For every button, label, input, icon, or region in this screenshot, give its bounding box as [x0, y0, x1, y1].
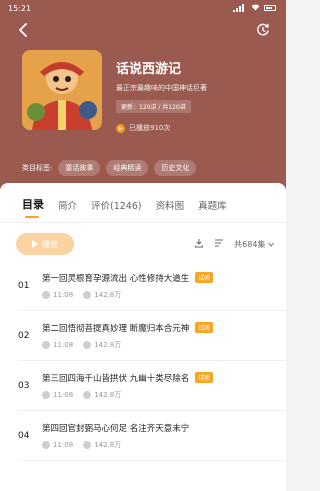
trial-badge: 试听: [195, 272, 214, 283]
battery-icon: [264, 5, 276, 11]
episode-plays: 142.8万: [94, 440, 122, 449]
tab-intro[interactable]: 简介: [58, 198, 77, 222]
back-arrow-icon: [19, 23, 27, 37]
book-summary: 话说西游记 最正宗最趣味的中国神话巨著 更新：120讲 / 共120讲 已播放9…: [0, 44, 286, 133]
play-count: 已播放910次: [116, 123, 207, 133]
episode-number: 01: [18, 280, 30, 291]
episode-number: 03: [18, 380, 30, 391]
book-cover-image[interactable]: [22, 50, 102, 130]
tab-materials[interactable]: 资料图: [156, 198, 185, 222]
plays-icon: [83, 390, 92, 399]
status-bar: 15:21: [0, 0, 286, 16]
tag-classic-reading[interactable]: 经典精读: [106, 160, 149, 176]
playlist-tools: 共684集: [194, 238, 274, 250]
trial-badge: 试听: [195, 322, 214, 333]
book-title: 话说西游记: [116, 62, 182, 77]
episode-list: 01 第一回灵根育孕源流出 心性修持大道生 试听 11:08 142.8万 02 …: [0, 261, 286, 461]
tag-history-culture[interactable]: 历史文化: [154, 160, 197, 176]
episode-plays: 142.8万: [94, 290, 122, 299]
play-icon: [32, 240, 38, 248]
episode-title: 第一回灵根育孕源流出 心性修持大道生: [42, 273, 190, 284]
duration-icon: [42, 340, 50, 349]
episode-duration: 11:08: [53, 340, 74, 349]
episode-title: 第二回悟彻菩提真妙理 断魔归本合元神: [42, 323, 190, 334]
plays-icon: [83, 290, 92, 299]
play-all-label: 播放: [42, 239, 58, 249]
episode-number: 02: [18, 330, 30, 341]
episode-title: 第四回官封弼马心何足 名注齐天意未宁: [42, 423, 190, 434]
play-count-icon: [116, 123, 125, 133]
tags-label: 类目标签:: [22, 164, 53, 172]
phone-screen: 15:21 话说西游记 最正宗最趣味的中国神话巨著 更新：120讲 / 共120…: [0, 0, 286, 491]
wifi-icon: [251, 4, 260, 13]
tab-catalog[interactable]: 目录: [22, 196, 44, 222]
tab-bar: 目录 简介 评价(1246) 资料图 真题库: [0, 183, 286, 223]
episode-duration: 11:08: [53, 440, 74, 449]
play-count-text: 已播放910次: [129, 124, 171, 132]
book-header: 15:21 话说西游记 最正宗最趣味的中国神话巨著 更新：120讲 / 共120…: [0, 0, 286, 190]
trial-badge: 试听: [195, 372, 214, 383]
download-button[interactable]: [194, 238, 204, 250]
episode-duration: 11:08: [53, 290, 74, 299]
duration-icon: [42, 290, 50, 299]
tab-reviews[interactable]: 评价(1246): [91, 198, 142, 222]
episode-count-text: 共684集: [234, 239, 266, 249]
duration-icon: [42, 390, 50, 399]
play-all-button[interactable]: 播放: [16, 233, 74, 255]
chevron-down-icon: [268, 242, 274, 247]
episode-row[interactable]: 03 第三回四海千山皆拱伏 九幽十类尽除名 试听 11:08 142.8万: [18, 361, 286, 411]
playlist-controls: 播放 共684集: [0, 223, 286, 261]
download-icon: [195, 239, 204, 248]
category-tags: 类目标签: 童话故事 经典精读 历史文化: [22, 160, 197, 176]
episode-row[interactable]: 04 第四回官封弼马心何足 名注齐天意未宁 11:08 142.8万: [18, 411, 286, 461]
sort-icon: [215, 239, 224, 247]
history-button[interactable]: [252, 19, 274, 41]
episode-duration: 11:08: [53, 390, 74, 399]
signal-icon: [233, 4, 247, 12]
episode-number: 04: [18, 430, 30, 441]
episode-row[interactable]: 02 第二回悟彻菩提真妙理 断魔归本合元神 试听 11:08 142.8万: [18, 311, 286, 361]
book-subtitle: 最正宗最趣味的中国神话巨著: [116, 84, 207, 92]
sort-button[interactable]: [214, 238, 224, 250]
status-icons: [233, 4, 276, 13]
nav-bar: [0, 16, 286, 44]
update-status: 更新：120讲 / 共120讲: [116, 100, 191, 113]
plays-icon: [83, 440, 92, 449]
episode-plays: 142.8万: [94, 390, 122, 399]
episode-plays: 142.8万: [94, 340, 122, 349]
status-time: 15:21: [8, 3, 32, 13]
episode-row[interactable]: 01 第一回灵根育孕源流出 心性修持大道生 试听 11:08 142.8万: [18, 261, 286, 311]
tab-question-bank[interactable]: 真题库: [198, 198, 227, 222]
duration-icon: [42, 440, 50, 449]
tag-children-story[interactable]: 童话故事: [58, 160, 101, 176]
history-icon: [257, 23, 269, 36]
plays-icon: [83, 340, 92, 349]
book-info: 话说西游记 最正宗最趣味的中国神话巨著 更新：120讲 / 共120讲 已播放9…: [116, 50, 207, 133]
episode-count-selector[interactable]: 共684集: [234, 239, 274, 250]
back-button[interactable]: [12, 19, 34, 41]
content-sheet: 目录 简介 评价(1246) 资料图 真题库 播放 共684集 01 第一回灵根…: [0, 183, 286, 491]
episode-title: 第三回四海千山皆拱伏 九幽十类尽除名: [42, 373, 190, 384]
